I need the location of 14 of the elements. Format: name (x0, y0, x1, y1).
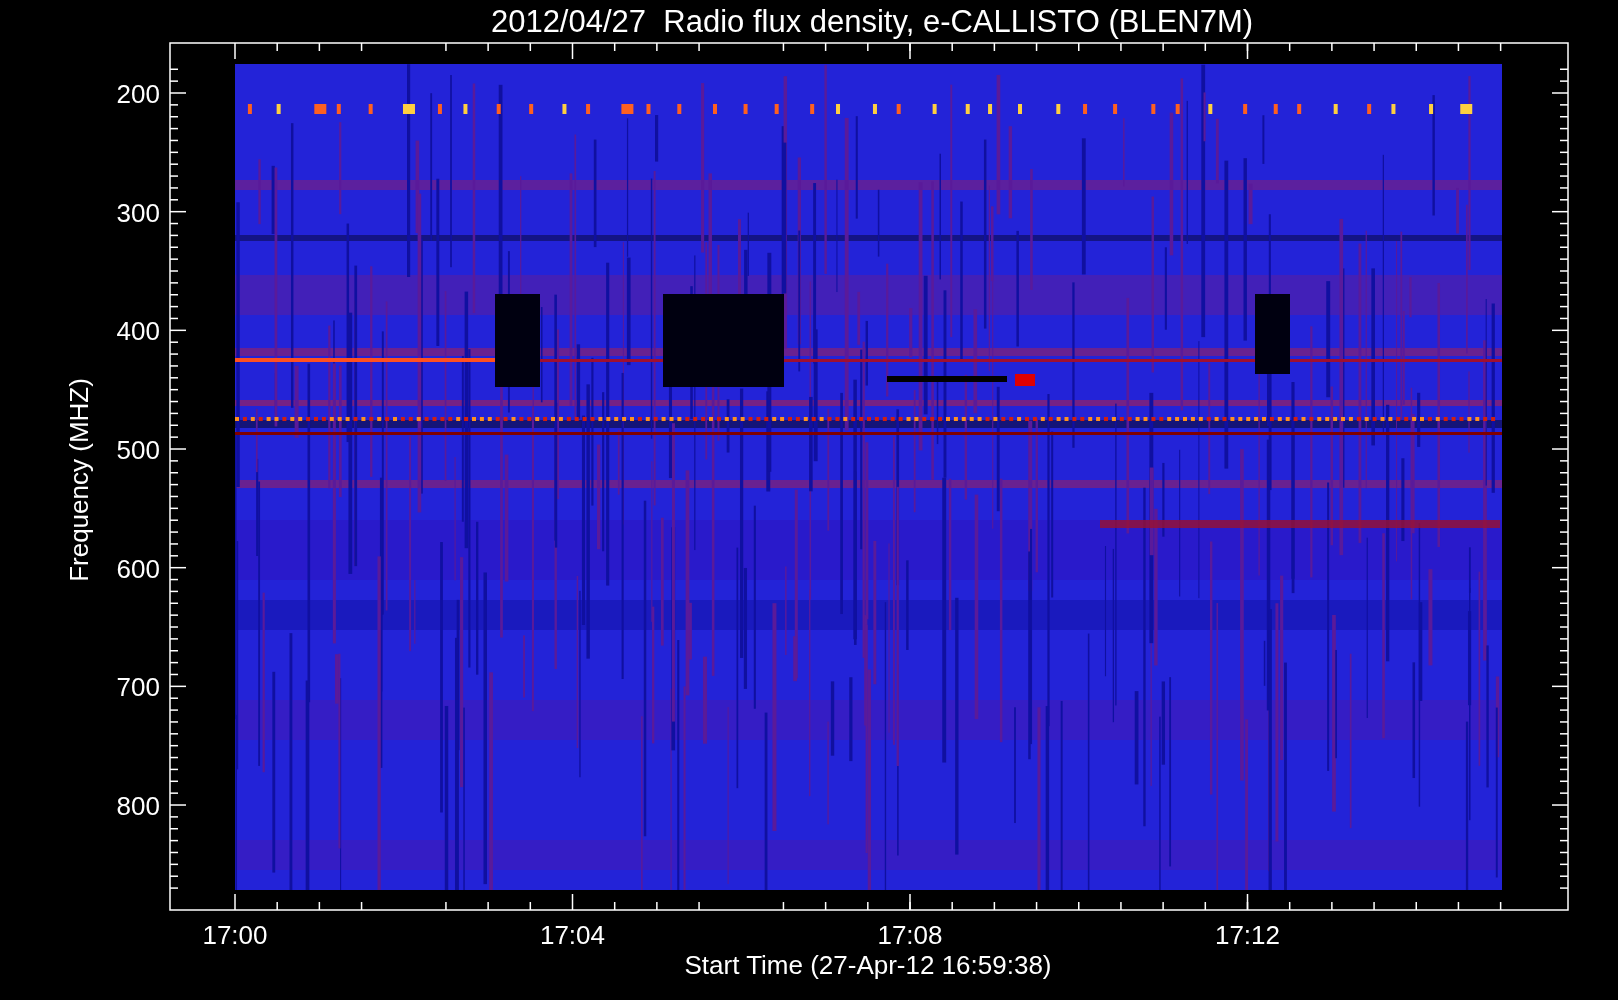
x-tick-label: 17:12 (1214, 920, 1281, 950)
y-tick-label: 700 (116, 672, 160, 703)
x-tick-label: 17:08 (877, 920, 943, 950)
y-tick-label: 500 (116, 435, 160, 465)
x-axis-title: Start Time (27-Apr-12 16:59:38) (684, 950, 1052, 980)
y-tick-label: 200 (116, 79, 160, 109)
x-tick-label: 17:04 (539, 920, 606, 950)
chart-title: 2012/04/27 Radio flux density, e-CALLISTO (BLEN7M) (490, 4, 1254, 39)
y-tick-label: 300 (116, 197, 160, 228)
y-tick-label: 400 (116, 316, 160, 347)
y-axis-title: Frequency (MHZ) (64, 378, 94, 582)
y-tick-label: 800 (116, 791, 160, 821)
y-tick-label: 600 (116, 553, 160, 584)
x-tick-label: 17:00 (202, 920, 268, 950)
